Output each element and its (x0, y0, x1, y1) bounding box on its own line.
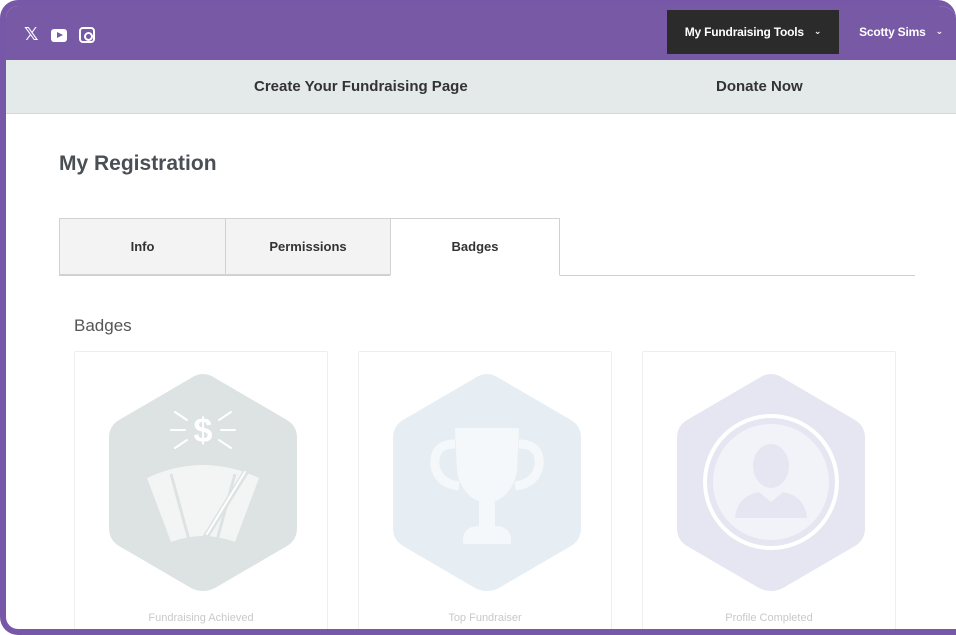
x-icon[interactable]: 𝕏 (24, 26, 39, 44)
badge-label: Fundraising Achieved (148, 612, 254, 624)
registration-tabs: Info Permissions Badges (59, 218, 915, 276)
tab-badges[interactable]: Badges (390, 218, 560, 276)
fundraising-tools-menu[interactable]: My Fundraising Tools ⌄ (667, 10, 839, 54)
profile-icon (677, 374, 865, 591)
donate-now-link[interactable]: Donate Now (716, 60, 803, 114)
badge-card-fundraising-achieved: $ Fundraising Achieved (74, 351, 328, 629)
dollar-gauge-icon: $ (109, 374, 297, 591)
youtube-icon[interactable] (50, 28, 67, 42)
chevron-down-icon: ⌄ (935, 27, 944, 37)
user-name-label: Scotty Sims (859, 25, 926, 39)
tab-info[interactable]: Info (59, 218, 226, 275)
social-links: 𝕏 (24, 26, 95, 44)
badges-section-title: Badges (74, 316, 132, 335)
user-menu[interactable]: Scotty Sims ⌄ (846, 10, 956, 54)
trophy-icon (393, 374, 581, 591)
tab-permissions[interactable]: Permissions (225, 218, 391, 275)
badge-label: Profile Completed (725, 612, 813, 624)
secondary-nav: Create Your Fundraising Page Donate Now (6, 60, 956, 114)
page-title: My Registration (59, 152, 217, 175)
app-frame: 𝕏 My Fundraising Tools ⌄ Scotty Sims ⌄ C… (0, 0, 956, 635)
chevron-down-icon: ⌄ (813, 27, 822, 37)
top-bar: 𝕏 My Fundraising Tools ⌄ Scotty Sims ⌄ (6, 6, 956, 60)
badge-label: Top Fundraiser (448, 612, 522, 624)
fundraising-tools-label: My Fundraising Tools (684, 25, 804, 39)
svg-text:$: $ (194, 412, 213, 450)
badge-card-profile-completed: Profile Completed (642, 351, 896, 629)
instagram-icon[interactable] (78, 27, 95, 43)
badge-card-top-fundraiser: Top Fundraiser (358, 351, 612, 629)
create-fundraising-page-link[interactable]: Create Your Fundraising Page (254, 60, 468, 114)
